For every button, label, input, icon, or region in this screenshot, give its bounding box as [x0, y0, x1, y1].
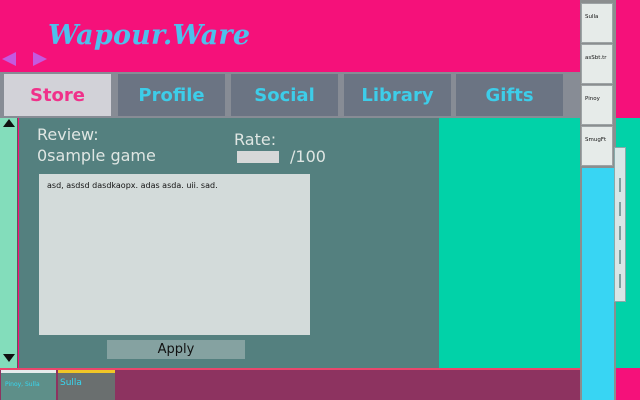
scroll-tick: [619, 202, 621, 216]
chat-tab[interactable]: Sulla: [58, 370, 115, 400]
chat-tab[interactable]: Pinoy, Sulla: [1, 370, 56, 400]
tab-library[interactable]: Library: [344, 74, 451, 116]
brand-title: Wapour.Ware: [48, 20, 251, 51]
scroll-tick: [619, 250, 621, 264]
friend-item[interactable]: Sulla: [581, 3, 613, 43]
game-name: 0sample game: [37, 146, 156, 165]
apply-button[interactable]: Apply: [107, 340, 245, 359]
back-arrow-icon[interactable]: [2, 52, 16, 66]
rate-input[interactable]: [237, 151, 279, 163]
rate-max-label: /100: [290, 147, 326, 166]
scroll-down-icon[interactable]: [3, 354, 15, 362]
tab-profile[interactable]: Profile: [118, 74, 225, 116]
tab-social[interactable]: Social: [231, 74, 338, 116]
tab-store[interactable]: Store: [4, 74, 111, 116]
review-heading: Review:: [37, 125, 99, 144]
side-panel: [439, 118, 580, 368]
tab-gifts[interactable]: Gifts: [456, 74, 563, 116]
vertical-scrollbar[interactable]: [0, 118, 18, 368]
forward-arrow-icon[interactable]: [33, 52, 47, 66]
friend-item[interactable]: Pinoy: [581, 85, 613, 125]
scroll-up-icon[interactable]: [3, 119, 15, 127]
friends-list-area: [582, 168, 614, 400]
friend-item[interactable]: asSbt.tr: [581, 44, 613, 84]
scroll-tick: [619, 226, 621, 240]
rate-label: Rate:: [234, 130, 277, 149]
tab-bar: Store Profile Social Library Gifts: [0, 72, 580, 118]
scroll-tick: [619, 274, 621, 288]
scroll-tick: [619, 178, 621, 192]
friend-item[interactable]: SmugFt: [581, 126, 613, 166]
review-textarea[interactable]: asd, asdsd dasdkaopx. adas asda. uii. sa…: [39, 174, 310, 335]
